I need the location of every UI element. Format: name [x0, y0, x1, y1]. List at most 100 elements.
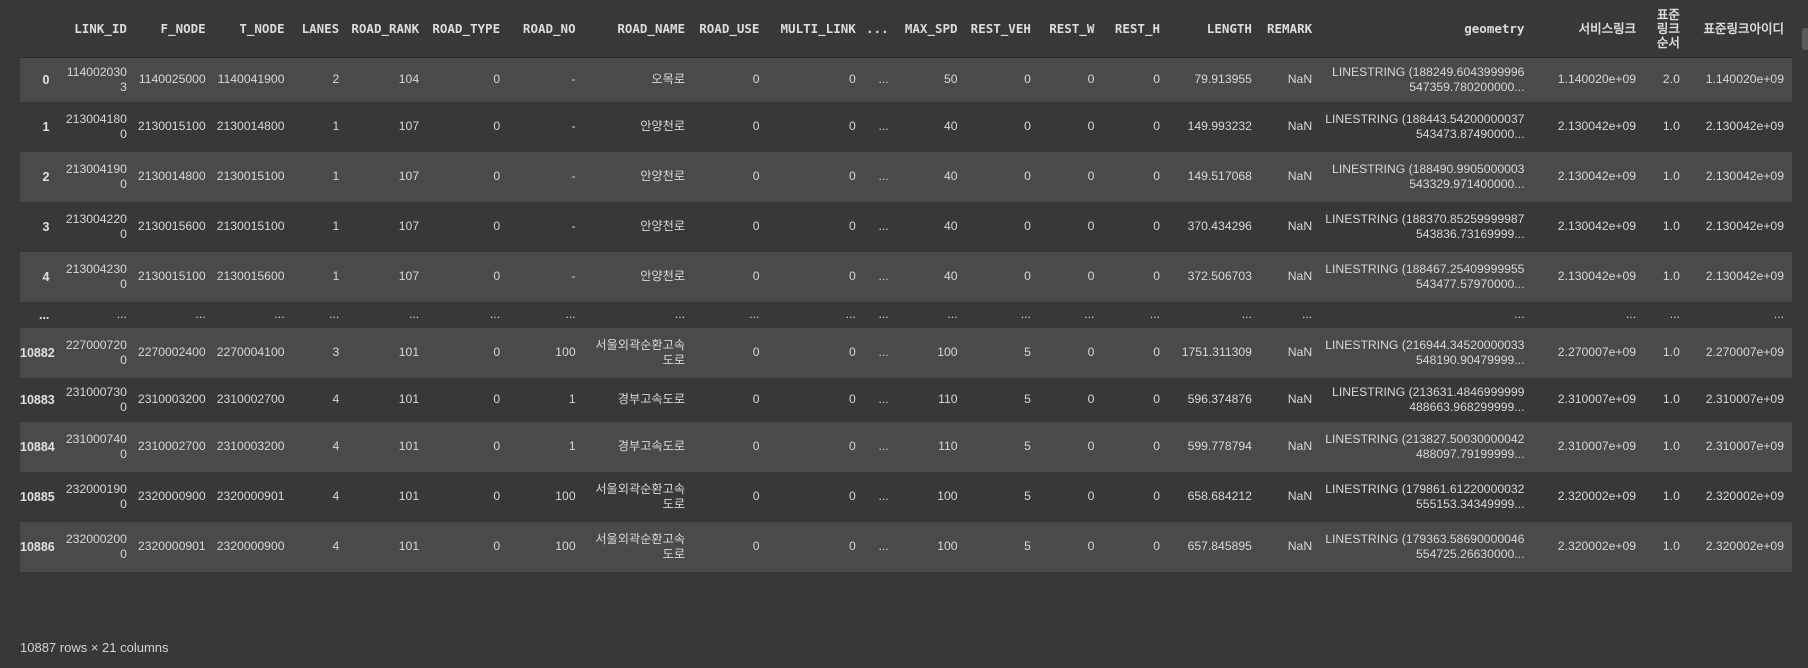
table-cell: 0 [849, 269, 856, 283]
table-cell: ... [878, 119, 889, 133]
table-cell: ... [274, 307, 285, 321]
table-cell: ... [749, 307, 760, 321]
column-header: 표준링크순서 [1644, 0, 1688, 58]
table-cell: 0 [1087, 169, 1095, 183]
table-cell: 2310003200 [137, 392, 206, 406]
table-cell: 101 [398, 489, 420, 503]
table-cell: 1 [332, 269, 340, 283]
column-header: F_NODE [134, 0, 214, 58]
table-cell: 0 [1024, 219, 1031, 233]
table-row: 10885 2320001900 2320000900 2320000901 4 101 0… [20, 471, 1792, 522]
table-cell: - [571, 119, 576, 133]
table-cell: 100 [937, 539, 958, 553]
table-cell: 안양천로 [640, 169, 686, 183]
table-cell: ... [878, 345, 889, 359]
row-index: 10883 [20, 392, 55, 407]
table-cell: 0 [1153, 119, 1161, 133]
horizontal-scroll-handle[interactable] [1802, 28, 1808, 50]
table-cell: 1.0 [1662, 119, 1680, 133]
table-cell: 0 [849, 439, 856, 453]
table-cell: 4 [332, 539, 340, 553]
table-cell: 2.130042e+09 [1705, 169, 1784, 183]
table-cell: 2 [332, 72, 340, 87]
table-cell: ... [489, 307, 501, 321]
row-index: 10882 [20, 345, 55, 360]
table-cell: LINESTRING (213631.4846999999 488663.968… [1332, 384, 1525, 414]
table-cell: 5 [1024, 539, 1031, 553]
table-cell: LINESTRING (188443.54200000037 543473.87… [1325, 111, 1525, 141]
table-cell: 서울외곽순환고속도로 [595, 481, 686, 511]
table-cell: ... [1301, 307, 1313, 321]
table-cell: NaN [1287, 269, 1313, 283]
table-cell: 경부고속도로 [617, 392, 686, 406]
row-index: 3 [42, 219, 50, 234]
dataframe-shape-summary: 10887 rows × 21 columns [20, 640, 169, 655]
table-cell: 안양천로 [640, 119, 686, 133]
table-cell: NaN [1287, 72, 1313, 87]
table-cell: NaN [1287, 345, 1313, 359]
table-cell: 0 [752, 269, 760, 283]
table-cell: 110 [938, 392, 958, 406]
table-cell: 2.130042e+09 [1705, 119, 1784, 133]
table-cell: 4 [332, 489, 340, 503]
table-cell: 0 [1153, 219, 1161, 233]
table-cell: 2130015600 [216, 269, 285, 283]
table-cell: 1140041900 [217, 72, 285, 87]
table-cell: NaN [1287, 169, 1313, 183]
column-header: REST_VEH [965, 0, 1039, 58]
table-cell: 0 [1087, 489, 1095, 503]
table-cell: NaN [1287, 392, 1313, 406]
table-cell: 100 [937, 345, 958, 359]
table-cell: ... [1084, 307, 1095, 321]
column-header: ROAD_NO [508, 0, 584, 58]
table-cell: ... [1149, 307, 1161, 321]
table-cell: 2.310007e+09 [1705, 392, 1784, 406]
table-cell: 50 [944, 72, 958, 87]
table-cell: 2270002400 [137, 345, 206, 359]
table-cell: ... [947, 307, 958, 321]
table-cell: 1.0 [1662, 392, 1680, 406]
table-cell: 0 [493, 72, 501, 87]
table-cell: 2310002700 [216, 392, 285, 406]
table-cell: ... [878, 489, 889, 503]
table-cell: - [571, 219, 576, 233]
table-cell: 40 [944, 119, 958, 133]
table-cell: 4 [332, 439, 340, 453]
table-cell: 1 [332, 219, 340, 233]
table-cell: 370.434296 [1187, 219, 1252, 233]
table-cell: - [571, 269, 576, 283]
table-cell: 0 [1024, 72, 1031, 87]
table-cell: 1.0 [1662, 539, 1680, 553]
table-cell: 0 [493, 539, 501, 553]
table-cell: 101 [398, 439, 420, 453]
table-cell: 1 [332, 169, 340, 183]
table-cell: 0 [752, 219, 760, 233]
table-cell: 2.310007e+09 [1705, 439, 1784, 453]
index-header [20, 0, 60, 58]
table-cell: 0 [1024, 269, 1031, 283]
column-header: ... [863, 0, 897, 58]
column-header: REST_H [1102, 0, 1169, 58]
table-cell: - [571, 72, 576, 87]
row-index: 1 [42, 119, 50, 134]
table-row: ........................................… [20, 301, 1792, 328]
table-cell: 107 [398, 269, 420, 283]
table-row: 4 2130042300 2130015100 2130015600 1 107 0 - 안양천… [20, 251, 1792, 302]
table-cell: 1140020303 [66, 64, 127, 94]
table-row: 0 1140020303 1140025000 1140041900 2 104 0 - 오목로… [20, 57, 1792, 102]
table-cell: 0 [752, 439, 760, 453]
table-cell: 0 [1153, 72, 1161, 87]
table-cell: 0 [752, 489, 760, 503]
column-header: ROAD_NAME [583, 0, 694, 58]
table-cell: 0 [752, 72, 760, 87]
table-cell: 0 [1153, 345, 1161, 359]
table-cell: NaN [1287, 219, 1313, 233]
table-cell: 오목로 [651, 72, 686, 87]
table-cell: 1.0 [1662, 345, 1680, 359]
table-cell: 104 [398, 72, 420, 87]
table-cell: 2130015100 [137, 119, 206, 133]
table-cell: 107 [398, 219, 420, 233]
table-cell: LINESTRING (188249.6043999996 547359.780… [1332, 64, 1525, 94]
table-cell: 2130015100 [216, 219, 285, 233]
table-cell: ... [878, 539, 889, 553]
